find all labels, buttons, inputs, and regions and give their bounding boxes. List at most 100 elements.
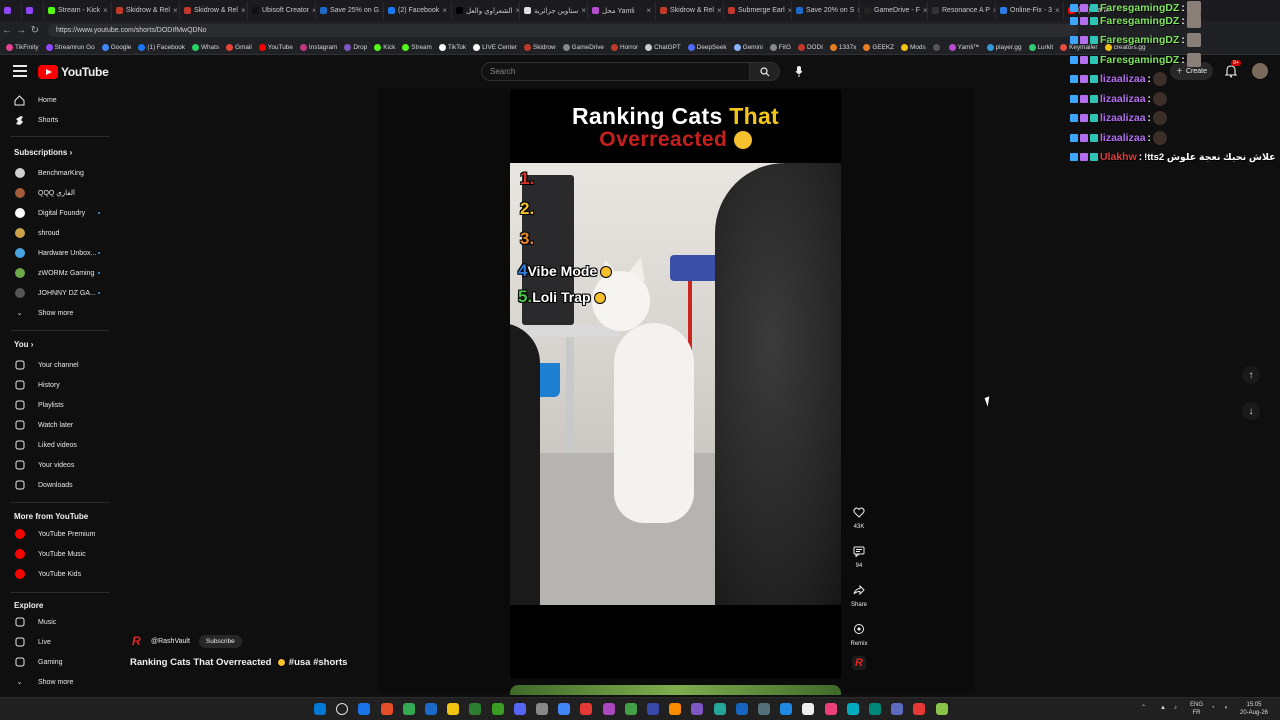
remix-button[interactable]: Remix — [846, 620, 872, 647]
network-icon[interactable]: ▲ — [1160, 704, 1166, 712]
short-title[interactable]: Ranking Cats That Overreacted #usa #shor… — [130, 657, 347, 668]
browser-tab[interactable]: Ubisoft Creator× — [248, 2, 316, 19]
subscriptions-show-more[interactable]: ⌄ Show more — [0, 304, 118, 322]
taskbar-app-icon[interactable] — [935, 703, 948, 715]
bookmark-item[interactable]: GEEKZ — [863, 43, 894, 51]
taskbar-app-icon[interactable] — [713, 703, 726, 715]
voice-search-button[interactable] — [789, 62, 808, 81]
browser-tab[interactable] — [22, 2, 44, 19]
bookmark-item[interactable]: player.gg — [986, 43, 1022, 51]
bookmark-item[interactable]: Whats — [191, 43, 219, 51]
bookmark-item[interactable]: FitG — [769, 43, 791, 51]
wifi-icon[interactable]: ◔ — [1211, 704, 1215, 712]
bookmark-item[interactable]: LIVE Center — [473, 43, 517, 51]
back-icon[interactable]: ← — [0, 25, 14, 36]
browser-tab[interactable]: Resonance A P× — [928, 2, 996, 19]
browser-tab[interactable]: Skidrow & Rel × — [180, 2, 248, 19]
next-short-button[interactable]: ↓ — [1242, 402, 1260, 420]
taskbar-app-icon[interactable] — [913, 703, 926, 715]
shorts-video-player[interactable]: Ranking Cats That Overreacted 1. 2. 3. 4Vib… — [510, 90, 841, 678]
tab-close-icon[interactable]: × — [241, 6, 246, 15]
taskbar-app-icon[interactable] — [735, 703, 748, 715]
bookmark-item[interactable]: YouTube — [258, 43, 293, 51]
bookmark-item[interactable]: Skidrow — [523, 43, 556, 51]
sidebar-item-watch-later[interactable]: Watch later — [0, 416, 118, 434]
taskbar-app-icon[interactable] — [425, 703, 437, 715]
bookmark-item[interactable]: TikFinity — [6, 43, 39, 51]
start-icon[interactable] — [314, 703, 326, 715]
taskbar-app-icon[interactable] — [402, 703, 415, 715]
sidebar-more-item[interactable]: YouTube Premium — [0, 525, 118, 543]
comments-button[interactable]: 94 — [846, 542, 872, 569]
next-short-preview[interactable] — [510, 685, 841, 695]
bookmark-item[interactable]: 1337x — [829, 43, 856, 51]
taskbar-app-icon[interactable] — [491, 703, 504, 715]
taskbar-app-icon[interactable] — [647, 703, 659, 715]
sidebar-subscription-item[interactable]: zWORMz Gaming — [0, 264, 118, 282]
subscriptions-heading[interactable]: Subscriptions › — [14, 148, 72, 157]
browser-tab[interactable]: الشعراوي والعل × — [452, 2, 520, 19]
taskbar-app-icon[interactable] — [358, 703, 371, 715]
clock[interactable]: 15:05 20-Aug-26 — [1240, 701, 1268, 717]
browser-tab[interactable]: Stream - Kick × — [44, 2, 112, 19]
bookmark-item[interactable]: Lurkit — [1028, 43, 1053, 51]
taskbar-app-icon[interactable] — [513, 703, 526, 715]
bookmark-item[interactable]: Google — [101, 43, 131, 51]
tab-close-icon[interactable]: × — [646, 6, 651, 15]
taskbar-app-icon[interactable] — [447, 703, 460, 715]
channel-logo[interactable]: R — [132, 634, 146, 648]
explore-show-more[interactable]: ⌄ Show more — [0, 673, 118, 691]
browser-tab[interactable] — [0, 2, 22, 19]
sidebar-item-channel[interactable]: Your channel — [0, 356, 118, 374]
taskbar-app-icon[interactable] — [869, 703, 881, 715]
browser-tab[interactable]: GameDrive - F × — [860, 2, 928, 19]
channel-name[interactable]: @RashVault — [151, 638, 190, 645]
sidebar-subscription-item[interactable]: shroud — [0, 224, 118, 242]
bookmark-item[interactable]: Stream — [402, 43, 432, 51]
browser-tab[interactable]: Save 25% on G× — [316, 2, 384, 19]
taskbar-app-icon[interactable] — [469, 703, 482, 715]
bookmark-item[interactable]: DeepSeek — [687, 43, 727, 51]
bookmark-item[interactable]: Streamrun Go — [45, 43, 95, 51]
browser-tab[interactable]: Submerge Earl × — [724, 2, 792, 19]
account-avatar[interactable] — [1252, 63, 1268, 79]
tab-close-icon[interactable]: × — [1055, 6, 1060, 15]
sidebar-subscription-item[interactable]: Hardware Unbox... — [0, 244, 118, 262]
sidebar-subscription-item[interactable]: Digital Foundry — [0, 204, 118, 222]
sidebar-item-home[interactable]: Home — [0, 91, 118, 109]
bookmark-item[interactable]: Mods — [901, 43, 926, 51]
channel-logo-right[interactable]: R — [852, 656, 866, 670]
tray-chevron-icon[interactable]: ⌃ — [1141, 704, 1146, 712]
like-button[interactable]: 43K — [846, 503, 872, 530]
bookmark-item[interactable]: Gemini — [733, 43, 763, 51]
sidebar-item-playlists[interactable]: Playlists — [0, 396, 118, 414]
bookmark-item[interactable]: TikTok — [438, 43, 466, 51]
tab-close-icon[interactable]: × — [923, 6, 927, 15]
menu-icon[interactable] — [13, 65, 27, 77]
bookmark-item[interactable] — [932, 43, 942, 51]
taskbar-app-icon[interactable] — [669, 703, 682, 715]
bookmark-item[interactable]: ChatGPT — [645, 43, 681, 51]
bookmark-item[interactable]: Yamli™ — [948, 43, 980, 51]
sidebar-item-music[interactable]: Music — [0, 613, 118, 631]
browser-tab[interactable]: Save 20% on S× — [792, 2, 860, 19]
browser-tab[interactable]: Skidrow & Rel × — [656, 2, 724, 19]
browser-tab[interactable]: Online-Fix - 3 × — [996, 2, 1064, 19]
bookmark-item[interactable]: Kick — [374, 43, 395, 51]
taskbar-app-icon[interactable] — [780, 703, 793, 715]
bookmark-item[interactable]: (1) Facebook — [138, 43, 185, 51]
browser-tab[interactable]: محل Yamli × — [588, 2, 656, 19]
sidebar-item-gaming[interactable]: Gaming — [0, 653, 118, 671]
taskbar-app-icon[interactable] — [758, 703, 770, 715]
sidebar-more-item[interactable]: YouTube Kids — [0, 565, 118, 583]
speaker-icon[interactable]: ◖ — [1224, 704, 1228, 712]
taskbar-app-icon[interactable] — [536, 703, 548, 715]
sidebar-item-history[interactable]: History — [0, 376, 118, 394]
taskbar-app-icon[interactable] — [824, 703, 837, 715]
you-heading[interactable]: You › — [14, 340, 33, 349]
taskbar-app-icon[interactable] — [891, 703, 904, 715]
tab-close-icon[interactable]: × — [717, 6, 722, 15]
taskbar-app-icon[interactable] — [846, 703, 859, 715]
bookmark-item[interactable]: Gmail — [226, 43, 252, 51]
sidebar-subscription-item[interactable]: QQQ الفاري — [0, 184, 118, 202]
